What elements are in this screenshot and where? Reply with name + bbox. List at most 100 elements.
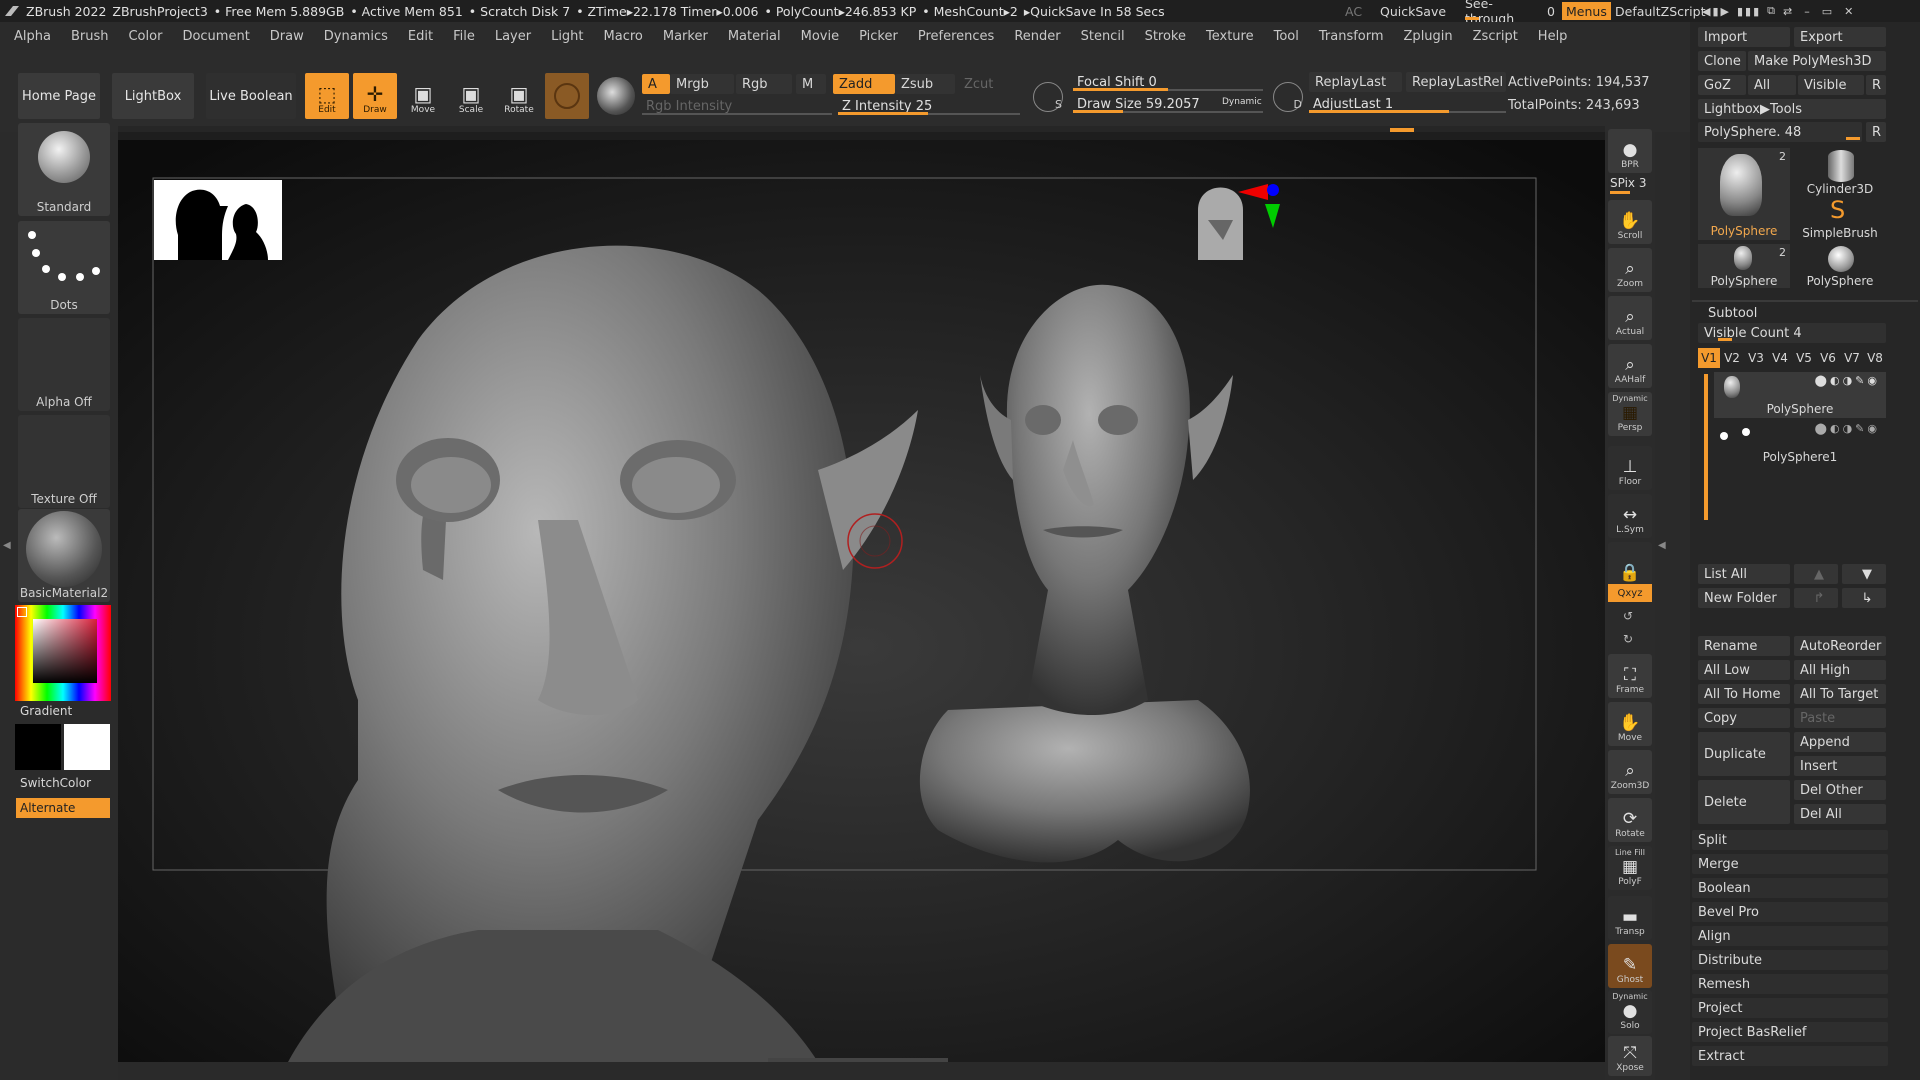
bottom-shelf-handle[interactable] bbox=[768, 1058, 948, 1062]
stroke-thumbnail[interactable]: Dots bbox=[18, 221, 110, 314]
viewport[interactable] bbox=[118, 140, 1605, 1062]
version-tab-v1[interactable]: V1 bbox=[1698, 348, 1720, 368]
copy-window-icon[interactable]: ⧉ bbox=[1767, 4, 1777, 18]
focal-shift-slider[interactable]: Focal Shift 0 bbox=[1073, 72, 1263, 92]
subtool-item-polysphere1[interactable]: ⬤◐◑✎◉ PolySphere1 bbox=[1714, 420, 1886, 466]
del-other-button[interactable]: Del Other bbox=[1794, 780, 1886, 800]
r-button[interactable]: R bbox=[1866, 75, 1886, 95]
a-toggle[interactable]: A bbox=[642, 74, 670, 94]
menu-tool[interactable]: Tool bbox=[1274, 29, 1299, 44]
subtool-item-polysphere[interactable]: ⬤◐◑✎◉ PolySphere bbox=[1714, 372, 1886, 418]
lightbox-button[interactable]: LightBox bbox=[112, 73, 194, 119]
polysphere-slider[interactable]: PolySphere. 48 bbox=[1698, 122, 1862, 142]
lazy-mouse-d-icon[interactable]: D bbox=[1273, 82, 1303, 112]
brush-thumbnail[interactable]: Standard bbox=[18, 123, 110, 216]
home-page-button[interactable]: Home Page bbox=[18, 73, 100, 119]
tool-slot-cylinder3d[interactable]: Cylinder3D bbox=[1794, 148, 1886, 196]
menu-texture[interactable]: Texture bbox=[1206, 29, 1254, 44]
rotate-button[interactable]: ▣ Rotate bbox=[497, 73, 541, 119]
aahalf-button[interactable]: ⌕ AAHalf bbox=[1608, 344, 1652, 388]
menu-layer[interactable]: Layer bbox=[495, 29, 531, 44]
menu-dynamics[interactable]: Dynamics bbox=[324, 29, 388, 44]
ghost-button[interactable]: ✎ Ghost bbox=[1608, 944, 1652, 988]
minimize-icon[interactable]: – bbox=[1804, 5, 1812, 18]
rgb-intensity-slider[interactable]: Rgb Intensity bbox=[642, 96, 832, 116]
auto-reorder-button[interactable]: AutoReorder bbox=[1794, 636, 1886, 656]
move-up-arrow-icon[interactable]: ▲ bbox=[1794, 564, 1838, 584]
m-button[interactable]: M bbox=[796, 74, 826, 94]
restore-icon[interactable]: ▭ bbox=[1822, 5, 1834, 18]
distribute-section[interactable]: Distribute bbox=[1692, 950, 1888, 970]
tool-slot-polysphere[interactable]: 2 PolySphere bbox=[1698, 148, 1790, 240]
z-intensity-slider[interactable]: Z Intensity 25 bbox=[838, 96, 1020, 116]
material-thumbnail[interactable]: BasicMaterial2 bbox=[18, 509, 110, 602]
all-button[interactable]: All bbox=[1748, 75, 1796, 95]
texture-thumbnail[interactable]: Texture Off bbox=[18, 415, 110, 508]
menu-brush[interactable]: Brush bbox=[71, 29, 109, 44]
menu-draw[interactable]: Draw bbox=[270, 29, 304, 44]
material-swatch-button[interactable] bbox=[545, 73, 589, 119]
move-button[interactable]: ▣ Move bbox=[401, 73, 445, 119]
make-polymesh-button[interactable]: Make PolyMesh3D bbox=[1748, 51, 1886, 71]
move-view-button[interactable]: ✋ Move bbox=[1608, 702, 1652, 746]
bars-icon[interactable]: ▮▮▮ bbox=[1737, 5, 1761, 18]
rgb-button[interactable]: Rgb bbox=[736, 74, 792, 94]
primary-color-swatch[interactable] bbox=[15, 724, 61, 770]
gradient-label[interactable]: Gradient bbox=[20, 704, 72, 718]
subtool-controls-icon-2[interactable]: ⬤◐◑✎◉ bbox=[1815, 422, 1880, 435]
menu-movie[interactable]: Movie bbox=[801, 29, 839, 44]
zoom3d-button[interactable]: ⌕ Zoom3D bbox=[1608, 750, 1652, 794]
new-folder-button[interactable]: New Folder bbox=[1698, 588, 1790, 608]
append-button[interactable]: Append bbox=[1794, 732, 1886, 752]
menu-material[interactable]: Material bbox=[728, 29, 781, 44]
menu-file[interactable]: File bbox=[453, 29, 475, 44]
version-tab-v8[interactable]: V8 bbox=[1864, 348, 1886, 368]
align-section[interactable]: Align bbox=[1692, 926, 1888, 946]
menu-render[interactable]: Render bbox=[1014, 29, 1060, 44]
menu-zscript[interactable]: Zscript bbox=[1473, 29, 1518, 44]
left-collapse-arrow-icon[interactable]: ◀ bbox=[3, 540, 11, 551]
alpha-preview-icon[interactable] bbox=[597, 77, 635, 115]
silhouette-preview[interactable] bbox=[154, 180, 282, 260]
draw-button[interactable]: ✛ Draw bbox=[353, 73, 397, 119]
version-tab-v3[interactable]: V3 bbox=[1744, 348, 1768, 368]
color-square[interactable] bbox=[33, 619, 97, 683]
menu-light[interactable]: Light bbox=[551, 29, 583, 44]
all-high-button[interactable]: All High bbox=[1794, 660, 1886, 680]
transp-button[interactable]: ▬ Transp bbox=[1608, 896, 1652, 940]
version-tab-v6[interactable]: V6 bbox=[1816, 348, 1840, 368]
version-tab-v7[interactable]: V7 bbox=[1840, 348, 1864, 368]
extract-section[interactable]: Extract bbox=[1692, 1046, 1888, 1066]
persp-button[interactable]: Dynamic ▦ Persp bbox=[1608, 392, 1652, 436]
duplicate-button[interactable]: Duplicate bbox=[1698, 732, 1790, 776]
menu-stencil[interactable]: Stencil bbox=[1081, 29, 1125, 44]
all-to-target-button[interactable]: All To Target bbox=[1794, 684, 1886, 704]
list-all-button[interactable]: List All bbox=[1698, 564, 1790, 584]
visible-button[interactable]: Visible bbox=[1798, 75, 1864, 95]
dynamic-toggle[interactable]: Dynamic bbox=[1222, 97, 1262, 107]
project-basrelief-section[interactable]: Project BasRelief bbox=[1692, 1022, 1888, 1042]
split-section[interactable]: Split bbox=[1692, 830, 1888, 850]
version-tab-v2[interactable]: V2 bbox=[1720, 348, 1744, 368]
alternate-button[interactable]: Alternate bbox=[16, 798, 110, 818]
menu-stroke[interactable]: Stroke bbox=[1145, 29, 1186, 44]
move-down-arrow-icon[interactable]: ▼ bbox=[1842, 564, 1886, 584]
r-button-2[interactable]: R bbox=[1866, 122, 1886, 142]
rename-button[interactable]: Rename bbox=[1698, 636, 1790, 656]
mrgb-button[interactable]: Mrgb bbox=[670, 74, 734, 94]
swap-window-icon[interactable]: ⇄ bbox=[1783, 5, 1794, 18]
menu-macro[interactable]: Macro bbox=[604, 29, 643, 44]
insert-button[interactable]: Insert bbox=[1794, 756, 1886, 776]
menu-alpha[interactable]: Alpha bbox=[14, 29, 51, 44]
alpha-thumbnail[interactable]: Alpha Off bbox=[18, 318, 110, 411]
floor-button[interactable]: ⊥ Floor bbox=[1608, 446, 1652, 490]
import-button[interactable]: Import bbox=[1698, 27, 1790, 47]
subtool-header[interactable]: Subtool bbox=[1708, 306, 1757, 321]
menu-zplugin[interactable]: Zplugin bbox=[1404, 29, 1453, 44]
folder-up-icon[interactable]: ↱ bbox=[1794, 588, 1838, 608]
menus-button[interactable]: Menus bbox=[1562, 2, 1611, 20]
scale-button[interactable]: ▣ Scale bbox=[449, 73, 493, 119]
lock-button[interactable]: 🔒 bbox=[1608, 542, 1652, 586]
lazy-mouse-s-icon[interactable]: S bbox=[1033, 82, 1063, 112]
close-icon[interactable]: ✕ bbox=[1844, 5, 1855, 18]
